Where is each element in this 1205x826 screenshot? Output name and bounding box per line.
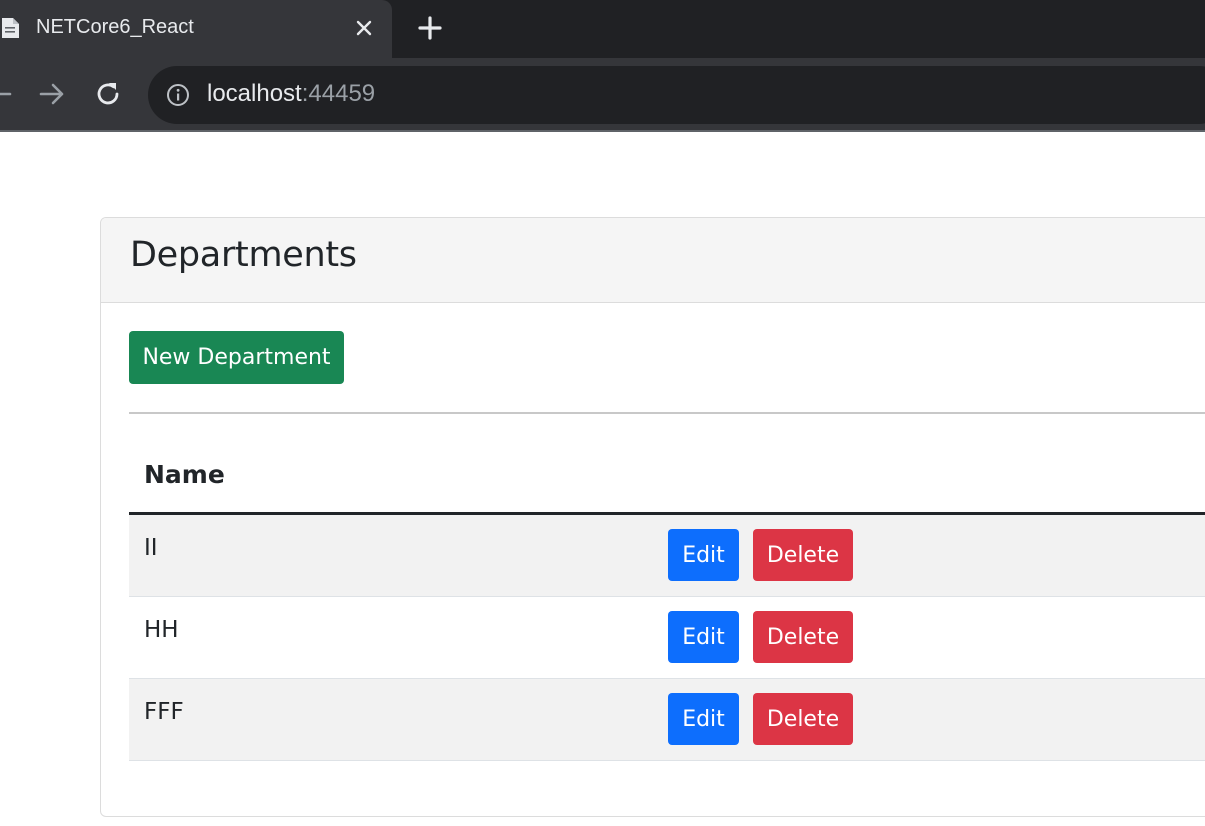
delete-button[interactable]: Delete [753, 693, 853, 745]
tab-strip: NETCore6_React [0, 0, 1205, 58]
edit-button[interactable]: Edit [668, 529, 739, 581]
department-name: FFF [144, 699, 184, 725]
url-host: localhost [207, 80, 302, 107]
url-port: :44459 [301, 80, 376, 107]
departments-card: Departments New Department Name II Edit … [100, 217, 1205, 817]
divider [129, 412, 1205, 414]
forward-arrow-icon[interactable] [38, 80, 66, 108]
address-bar[interactable]: localhost:44459 [148, 66, 1205, 124]
page-icon [0, 16, 20, 40]
browser-toolbar: localhost:44459 [0, 58, 1205, 132]
reload-icon[interactable] [94, 80, 122, 108]
page-content: Departments New Department Name II Edit … [0, 132, 1205, 826]
browser-tab[interactable]: NETCore6_React [0, 0, 392, 58]
close-icon[interactable] [352, 16, 376, 40]
table-row: HH Edit Delete [129, 597, 1205, 679]
department-name: HH [144, 617, 179, 643]
edit-button[interactable]: Edit [668, 693, 739, 745]
table-row: II Edit Delete [129, 515, 1205, 597]
new-department-button[interactable]: New Department [129, 331, 344, 384]
url-text[interactable]: localhost:44459 [207, 80, 375, 108]
delete-button[interactable]: Delete [753, 611, 853, 663]
page-title: Departments [130, 235, 357, 275]
info-icon[interactable] [166, 83, 190, 107]
delete-button[interactable]: Delete [753, 529, 853, 581]
edit-button[interactable]: Edit [668, 611, 739, 663]
back-arrow-icon[interactable] [0, 80, 14, 108]
column-header-name: Name [144, 460, 225, 489]
plus-icon[interactable] [414, 12, 446, 44]
table-row: FFF Edit Delete [129, 679, 1205, 761]
department-name: II [144, 535, 158, 561]
browser-chrome: NETCore6_React localhost:44459 [0, 0, 1205, 132]
card-header: Departments [101, 218, 1205, 303]
tab-title: NETCore6_React [36, 16, 194, 38]
